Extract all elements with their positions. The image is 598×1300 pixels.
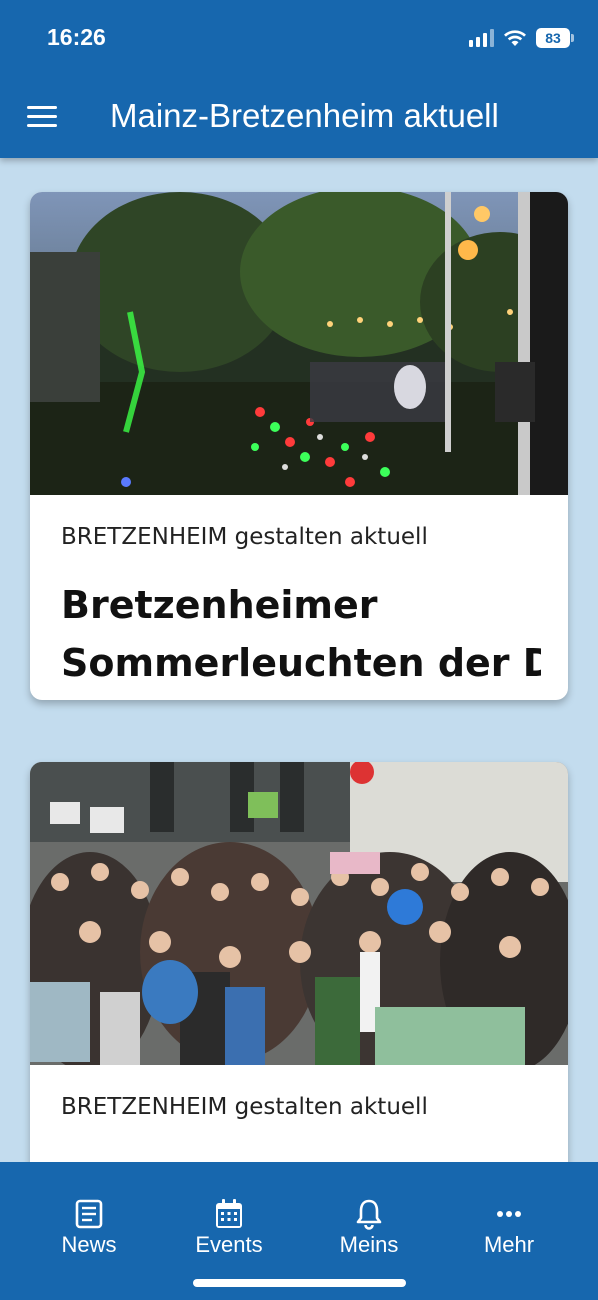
status-indicators: 83 <box>469 24 574 52</box>
news-card-source: BRETZENHEIM gestalten aktuell <box>61 1094 428 1120</box>
app-title: Mainz-Bretzenheim aktuell <box>110 97 499 134</box>
nav-item-events[interactable]: Events <box>169 1198 289 1260</box>
nav-label: Events <box>195 1232 263 1257</box>
status-time: 16:26 <box>47 24 106 50</box>
nav-label: Meins <box>339 1232 399 1257</box>
news-card[interactable]: BRETZENHEIM gestalten aktuell <box>30 762 568 1162</box>
bell-icon <box>356 1199 382 1230</box>
battery-icon: 83 <box>536 28 574 48</box>
nav-label: Mehr <box>483 1232 535 1257</box>
bottom-navigation: News Events Meins Mehr <box>0 1162 598 1300</box>
more-dots-icon <box>497 1211 521 1217</box>
news-card-image <box>30 762 568 1065</box>
news-card[interactable]: BRETZENHEIM gestalten aktuell Bretzenhei… <box>30 192 568 700</box>
nav-item-meins[interactable]: Meins <box>309 1198 429 1260</box>
news-feed[interactable]: BRETZENHEIM gestalten aktuell Bretzenhei… <box>0 158 598 1162</box>
home-indicator[interactable] <box>193 1279 406 1287</box>
cellular-signal-icon <box>469 29 494 47</box>
nav-item-mehr[interactable]: Mehr <box>449 1198 569 1260</box>
news-card-title-line: Bretzenheimer <box>61 583 378 627</box>
wifi-icon <box>504 30 526 46</box>
news-card-source: BRETZENHEIM gestalten aktuell <box>61 524 428 550</box>
news-card-title: Bretzenheimer Sommerleuchten der D… <box>61 576 541 692</box>
news-icon <box>75 1199 103 1229</box>
hamburger-menu-icon[interactable] <box>22 96 62 136</box>
calendar-icon <box>216 1199 242 1228</box>
news-card-title-line: Sommerleuchten der D… <box>61 641 541 685</box>
nav-item-news[interactable]: News <box>29 1198 149 1260</box>
news-card-image <box>30 192 568 495</box>
nav-label: News <box>61 1232 117 1257</box>
app-header: 16:26 83 Mainz-Bretzenheim aktuell <box>0 0 598 158</box>
